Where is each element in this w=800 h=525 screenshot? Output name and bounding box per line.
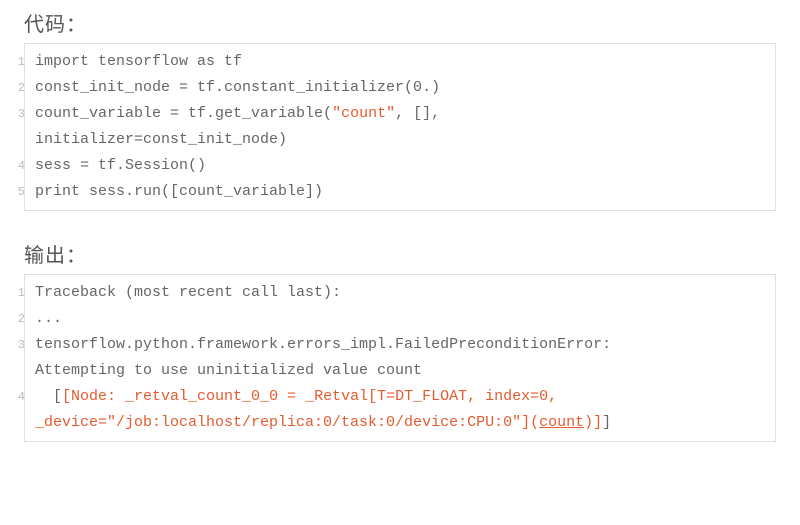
code-line: print sess.run([count_variable]) <box>35 179 765 205</box>
code-text: sess = tf.Session() <box>35 157 206 174</box>
output-error-text: [Node: _retval_count_0_0 = _Retval[T=DT_… <box>62 388 566 405</box>
code-text: count_variable = tf.get_variable( <box>35 105 332 122</box>
output-text: )] <box>584 414 602 431</box>
output-text: ] <box>602 414 611 431</box>
code-text: initializer=const_init_node) <box>35 131 287 148</box>
code-block: 1 2 3 . 4 5 import tensorflow as tf cons… <box>24 43 776 211</box>
code-string-literal: "count" <box>332 105 395 122</box>
line-number: 3 <box>11 332 25 358</box>
output-line-cont: _device="/job:localhost/replica:0/task:0… <box>35 410 765 436</box>
output-text: [ <box>35 388 62 405</box>
code-body: import tensorflow as tf const_init_node … <box>25 44 775 210</box>
line-number: 1 <box>11 280 25 306</box>
code-line: const_init_node = tf.constant_initialize… <box>35 75 765 101</box>
line-number: 5 <box>11 179 25 205</box>
code-gutter: 1 2 3 . 4 5 <box>11 49 25 205</box>
output-line-cont: Attempting to use uninitialized value co… <box>35 358 765 384</box>
code-line-cont: initializer=const_init_node) <box>35 127 765 153</box>
code-text: import tensorflow as tf <box>35 53 242 70</box>
code-heading: 代码： <box>24 8 776 37</box>
output-text: [Node: _retval_count_0_0 = _Retval[T=DT_… <box>62 388 566 405</box>
output-line: Traceback (most recent call last): <box>35 280 765 306</box>
output-line: [[Node: _retval_count_0_0 = _Retval[T=DT… <box>35 384 765 410</box>
output-text: Traceback (most recent call last): <box>35 284 341 301</box>
output-block: 1 2 3 . 4 . Traceback (most recent call … <box>24 274 776 442</box>
code-line: import tensorflow as tf <box>35 49 765 75</box>
code-line: sess = tf.Session() <box>35 153 765 179</box>
output-text: ... <box>35 310 62 327</box>
document-page: 代码： 1 2 3 . 4 5 import tensorflow as tf … <box>0 0 800 452</box>
line-number: 4 <box>11 153 25 179</box>
output-text: Attempting to use uninitialized value co… <box>35 362 422 379</box>
line-number: 2 <box>11 306 25 332</box>
output-body: Traceback (most recent call last): ... t… <box>25 275 775 441</box>
code-text: print sess.run([count_variable]) <box>35 183 323 200</box>
output-text: _device="/job:localhost/replica:0/task:0… <box>35 414 539 431</box>
line-number: 4 <box>11 384 25 410</box>
output-line: tensorflow.python.framework.errors_impl.… <box>35 332 765 358</box>
output-text: tensorflow.python.framework.errors_impl.… <box>35 336 620 353</box>
output-heading: 输出： <box>24 239 776 268</box>
line-number: 1 <box>11 49 25 75</box>
line-number: 3 <box>11 101 25 127</box>
output-error-text: _device="/job:localhost/replica:0/task:0… <box>35 414 602 431</box>
code-line: count_variable = tf.get_variable("count"… <box>35 101 765 127</box>
output-gutter: 1 2 3 . 4 . <box>11 280 25 436</box>
code-text: const_init_node = tf.constant_initialize… <box>35 79 440 96</box>
output-error-link[interactable]: count <box>539 414 584 431</box>
output-line: ... <box>35 306 765 332</box>
code-text: , [], <box>395 105 449 122</box>
line-number: 2 <box>11 75 25 101</box>
